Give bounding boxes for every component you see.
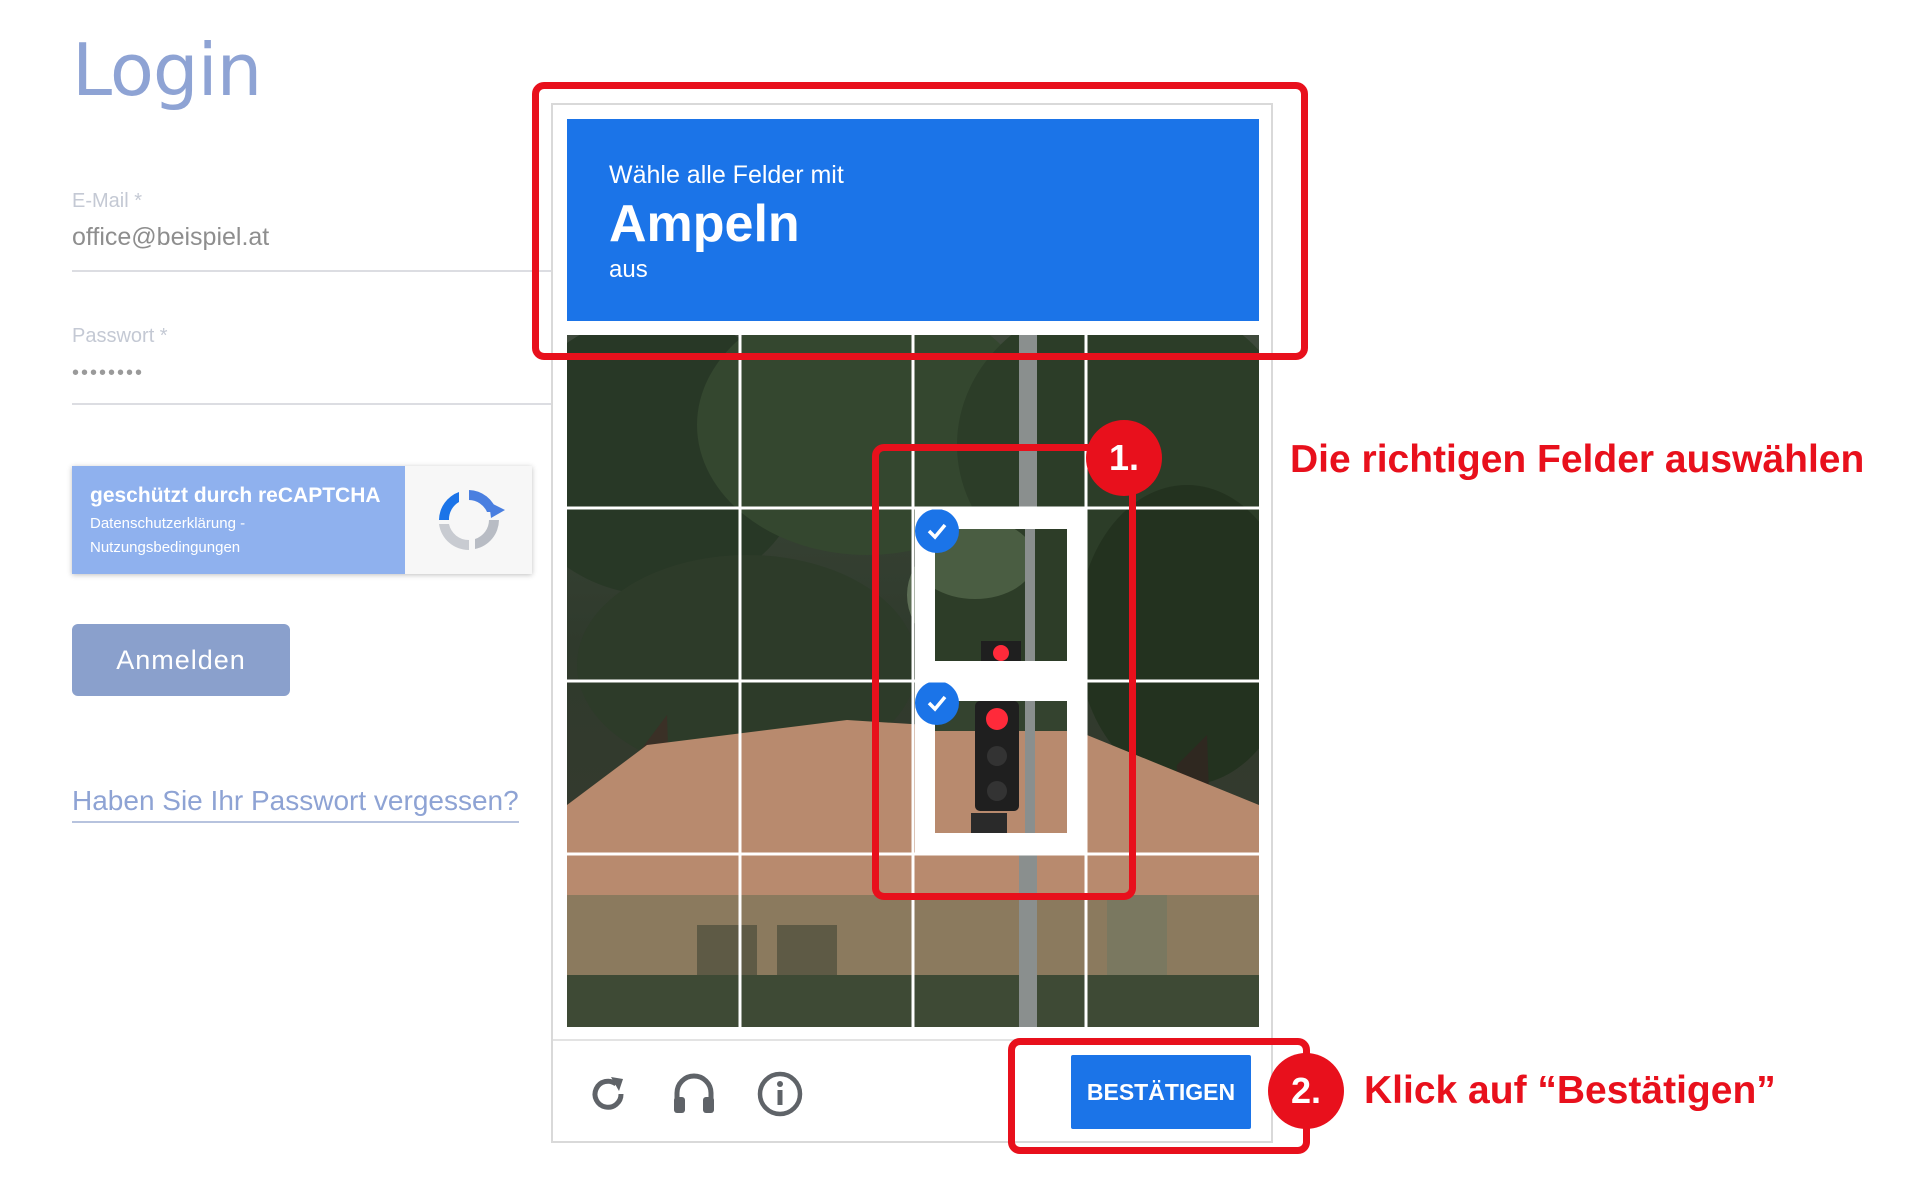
recaptcha-badge-links[interactable]: Datenschutzerklärung - Nutzungsbedingung… — [90, 512, 405, 560]
headphones-icon[interactable] — [669, 1069, 719, 1119]
email-underline — [72, 270, 552, 272]
step-2-text: Klick auf “Bestätigen” — [1364, 1069, 1776, 1112]
email-label: E-Mail * — [72, 190, 143, 212]
verify-highlight-box — [1008, 1038, 1310, 1154]
info-icon[interactable] — [755, 1069, 805, 1119]
email-field[interactable]: E-Mail * office@beispiel.at — [72, 190, 552, 272]
step-1-text: Die richtigen Felder auswählen — [1290, 438, 1865, 481]
forgot-password-link[interactable]: Haben Sie Ihr Passwort vergessen? — [72, 785, 519, 823]
prompt-highlight-box — [532, 82, 1308, 360]
password-label: Passwort * — [72, 325, 168, 347]
step-2-badge: 2. — [1268, 1053, 1344, 1129]
privacy-link[interactable]: Datenschutzerklärung - — [90, 512, 405, 536]
tiles-highlight-box — [872, 444, 1136, 900]
recaptcha-badge: geschützt durch reCAPTCHA Datenschutzerk… — [72, 466, 532, 574]
login-button[interactable]: Anmelden — [72, 624, 290, 696]
terms-link[interactable]: Nutzungsbedingungen — [90, 536, 405, 560]
recaptcha-logo-icon — [405, 466, 532, 574]
email-input[interactable]: office@beispiel.at — [72, 223, 552, 252]
reload-icon[interactable] — [583, 1069, 633, 1119]
password-input[interactable]: •••••••• — [72, 362, 552, 385]
step-1-badge: 1. — [1086, 420, 1162, 496]
password-underline — [72, 403, 552, 405]
page-title: Login — [72, 28, 262, 112]
recaptcha-badge-title: geschützt durch reCAPTCHA — [90, 484, 381, 507]
password-field[interactable]: Passwort * •••••••• — [72, 325, 552, 405]
recaptcha-badge-text: geschützt durch reCAPTCHA Datenschutzerk… — [72, 466, 405, 574]
